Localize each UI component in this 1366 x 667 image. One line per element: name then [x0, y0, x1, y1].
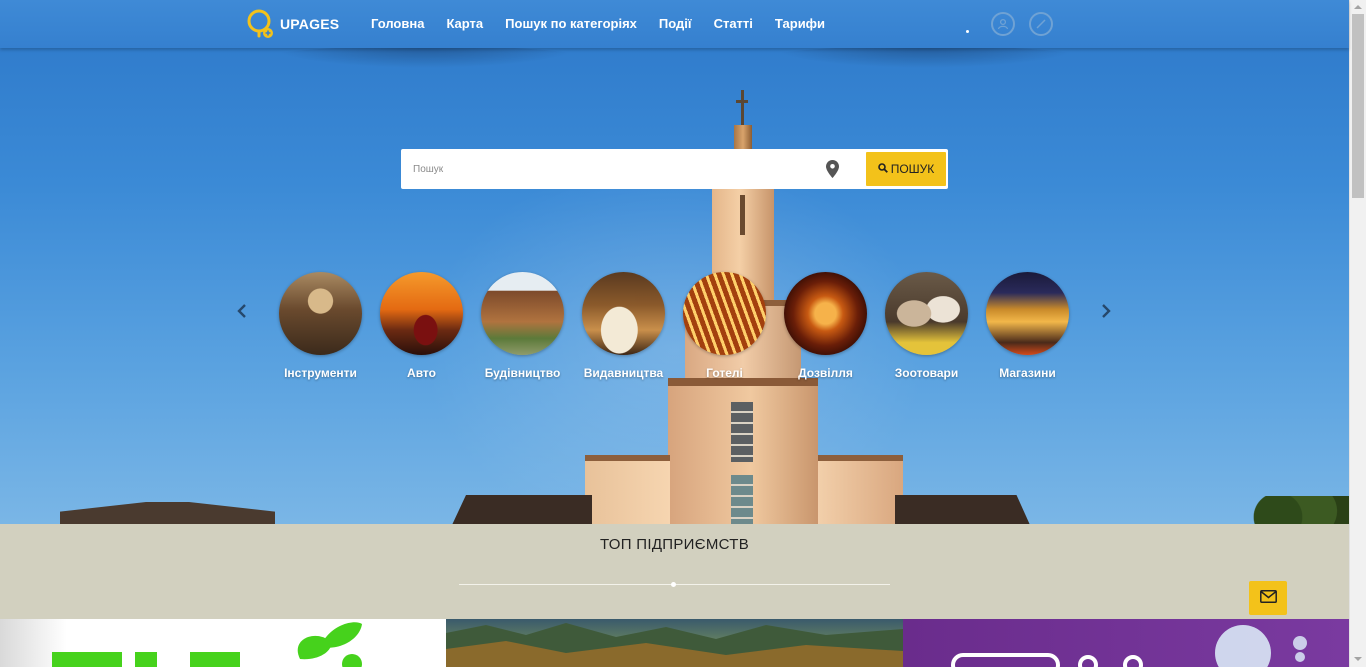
nav-category-search[interactable]: Пошук по категоріях	[505, 16, 637, 31]
roof-right	[895, 495, 1030, 524]
scroll-thumb[interactable]	[1352, 14, 1364, 198]
search-input[interactable]	[413, 149, 813, 189]
category-label: Магазини	[999, 366, 1056, 380]
category-publishing-image	[582, 272, 665, 355]
enterprise-card-2[interactable]	[446, 619, 903, 667]
category-label: Дозвілля	[798, 366, 853, 380]
category-label: Інструменти	[284, 366, 357, 380]
category-pet-supplies[interactable]: Зоотовари	[876, 272, 977, 380]
envelope-icon	[1259, 590, 1277, 606]
roof-left	[452, 495, 592, 524]
category-construction-image	[481, 272, 564, 355]
user-icon[interactable]	[991, 12, 1015, 36]
top-enterprises-section: ТОП ПІДПРИЄМСТВ	[0, 524, 1349, 619]
section-title: ТОП ПІДПРИЄМСТВ	[599, 536, 750, 553]
nav-map[interactable]: Карта	[446, 16, 483, 31]
category-shops[interactable]: Магазини	[977, 272, 1078, 380]
category-shops-image	[986, 272, 1069, 355]
hero-banner	[0, 0, 1349, 524]
header-dot	[966, 29, 969, 33]
chevron-left-icon[interactable]	[236, 303, 248, 319]
nav-events[interactable]: Події	[659, 16, 692, 31]
category-auto-image	[380, 272, 463, 355]
category-hotels-image	[683, 272, 766, 355]
category-leisure-image	[784, 272, 867, 355]
header-shadow-left	[270, 46, 580, 68]
nav-pricing[interactable]: Тарифи	[775, 16, 825, 31]
top-navbar: UPAGES Головна Карта Пошук по категоріях…	[0, 0, 1349, 48]
trees-right	[1245, 496, 1349, 524]
category-label: Будівництво	[484, 366, 561, 380]
house-left	[60, 502, 275, 524]
compass-icon[interactable]	[1029, 12, 1053, 36]
category-auto[interactable]: Авто	[371, 272, 472, 380]
header-icons	[966, 12, 1053, 36]
enterprise-card-2-photo	[446, 623, 903, 667]
scroll-down-arrow-icon[interactable]	[1354, 657, 1362, 661]
logo[interactable]: UPAGES	[246, 9, 339, 39]
church-window-lower	[731, 475, 753, 524]
category-tools[interactable]: Інструменти	[270, 272, 371, 380]
nav-articles[interactable]: Статті	[714, 16, 753, 31]
category-label: Авто	[407, 366, 436, 380]
main-nav: Головна Карта Пошук по категоріях Події …	[371, 16, 825, 31]
chevron-right-icon[interactable]	[1100, 303, 1112, 319]
church-cross	[736, 100, 748, 103]
category-hotels[interactable]: Готелі	[674, 272, 775, 380]
header-shadow-right	[770, 46, 1080, 68]
church-wing-left	[585, 455, 670, 524]
logo-text: UPAGES	[280, 16, 340, 32]
category-label: Готелі	[706, 366, 743, 380]
category-tools-image	[279, 272, 362, 355]
scroll-up-arrow-icon[interactable]	[1354, 5, 1362, 9]
category-construction[interactable]: Будівництво	[472, 272, 573, 380]
enterprise-card-1[interactable]	[0, 619, 446, 667]
search-button-label: ПОШУК	[890, 162, 935, 176]
church-window-upper	[731, 402, 753, 462]
category-pet-supplies-image	[885, 272, 968, 355]
enterprise-card-1-logo	[52, 622, 362, 667]
search-button[interactable]: ПОШУК	[866, 152, 946, 186]
page-scrollbar[interactable]	[1349, 0, 1366, 667]
section-divider-dot	[671, 582, 676, 587]
category-label: Зоотовари	[894, 366, 959, 380]
church-tower-window	[740, 195, 745, 235]
nav-home[interactable]: Головна	[371, 16, 424, 31]
logo-pin-icon	[246, 9, 274, 39]
map-pin-icon[interactable]	[826, 160, 839, 183]
contact-button[interactable]	[1249, 581, 1287, 615]
category-leisure[interactable]: Дозвілля	[775, 272, 876, 380]
category-label: Видавництва	[583, 366, 664, 380]
church-wing-right	[818, 455, 903, 524]
enterprise-card-3-logo	[951, 625, 1307, 667]
category-publishing[interactable]: Видавництва	[573, 272, 674, 380]
search-icon	[877, 162, 888, 176]
enterprise-card-3[interactable]	[903, 619, 1349, 667]
